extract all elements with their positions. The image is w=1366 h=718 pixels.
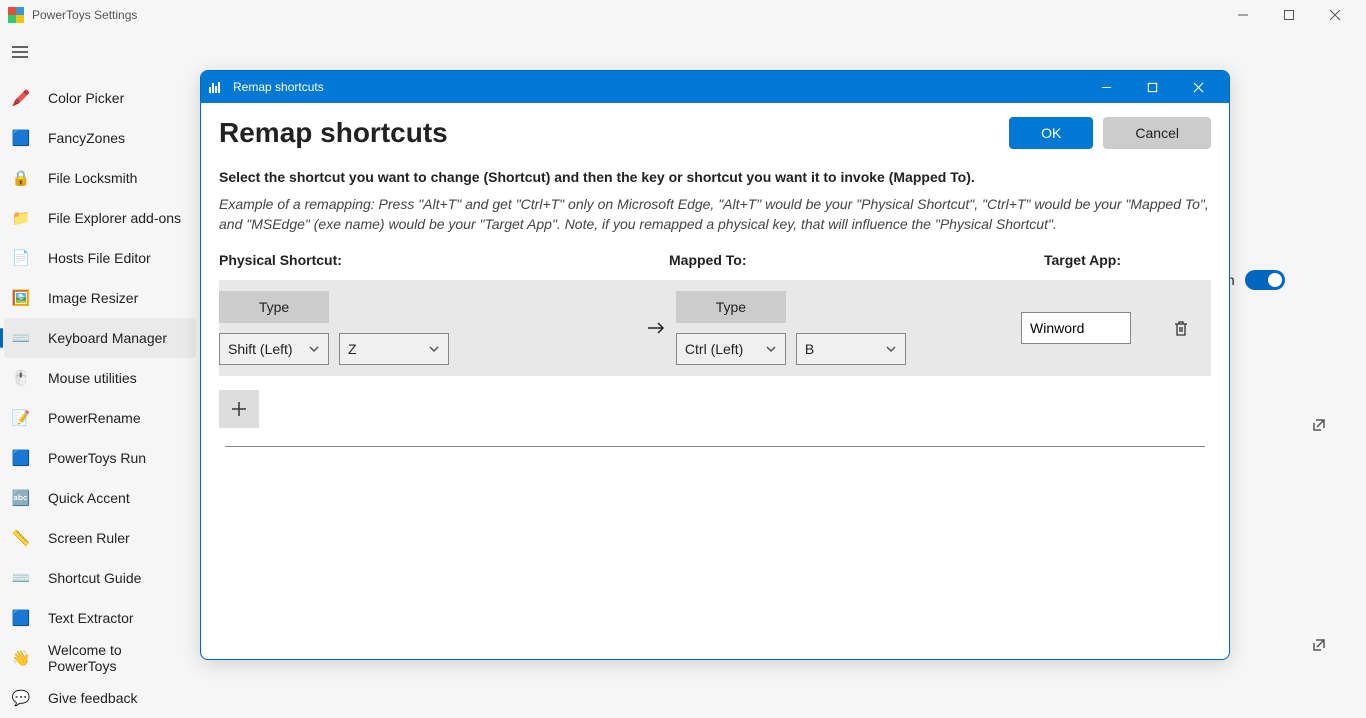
arrow-right-icon <box>646 318 666 338</box>
chevron-down-icon <box>428 343 440 355</box>
run-icon: 🟦 <box>12 449 30 467</box>
accent-icon: 🔤 <box>12 489 30 507</box>
chevron-down-icon <box>765 343 777 355</box>
sidebar-item-color-picker[interactable]: 🖍️ Color Picker <box>0 78 200 118</box>
add-row-button[interactable] <box>219 390 259 428</box>
sidebar-item-label: Welcome to PowerToys <box>48 642 188 674</box>
sidebar-item-label: File Explorer add-ons <box>48 210 181 226</box>
dialog-close-button[interactable] <box>1175 71 1221 103</box>
sidebar-item-file-locksmith[interactable]: 🔒 File Locksmith <box>0 158 200 198</box>
mapped-key1-dropdown[interactable]: Ctrl (Left) <box>676 333 786 365</box>
chevron-down-icon <box>308 343 320 355</box>
divider <box>225 446 1205 447</box>
sidebar-item-label: Give feedback <box>48 690 138 706</box>
ruler-icon: 📏 <box>12 529 30 547</box>
cancel-button[interactable]: Cancel <box>1103 117 1211 149</box>
sidebar-item-quick-accent[interactable]: 🔤 Quick Accent <box>0 478 200 518</box>
open-link-icon <box>1312 638 1326 652</box>
mapped-key2-dropdown[interactable]: B <box>796 333 906 365</box>
sidebar: 🖍️ Color Picker 🟦 FancyZones 🔒 File Locksmi… <box>0 30 200 710</box>
sidebar-item-feedback[interactable]: 💬 Give feedback <box>0 678 200 718</box>
sidebar-item-screen-ruler[interactable]: 📏 Screen Ruler <box>0 518 200 558</box>
enable-toggle[interactable] <box>1245 270 1285 290</box>
sidebar-item-label: PowerToys Run <box>48 450 146 466</box>
physical-key1-dropdown[interactable]: Shift (Left) <box>219 333 329 365</box>
target-app-input[interactable] <box>1021 312 1131 344</box>
sidebar-item-label: FancyZones <box>48 130 125 146</box>
image-icon: 🖼️ <box>12 289 30 307</box>
app-icon <box>8 7 24 23</box>
dialog-maximize-button[interactable] <box>1129 71 1175 103</box>
rename-icon: 📝 <box>12 409 30 427</box>
dialog-minimize-button[interactable] <box>1083 71 1129 103</box>
remap-row: Type Shift (Left) Z Type Ctrl (Left) B <box>219 280 1211 376</box>
minimize-button[interactable] <box>1220 0 1266 30</box>
dialog-title: Remap shortcuts <box>233 80 324 94</box>
chevron-down-icon <box>885 343 897 355</box>
sidebar-item-hosts-editor[interactable]: 📄 Hosts File Editor <box>0 238 200 278</box>
window-title: PowerToys Settings <box>32 8 137 22</box>
mapped-type-button[interactable]: Type <box>676 291 786 323</box>
sidebar-item-label: Keyboard Manager <box>48 330 167 346</box>
sidebar-item-powerrename[interactable]: 📝 PowerRename <box>0 398 200 438</box>
welcome-icon: 👋 <box>12 649 30 667</box>
sidebar-item-file-explorer[interactable]: 📁 File Explorer add-ons <box>0 198 200 238</box>
sidebar-item-powertoys-run[interactable]: 🟦 PowerToys Run <box>0 438 200 478</box>
enable-toggle-row: On <box>1216 260 1346 300</box>
sidebar-item-label: Color Picker <box>48 90 124 106</box>
dialog-titlebar: Remap shortcuts <box>201 71 1229 103</box>
fancyzones-icon: 🟦 <box>12 129 30 147</box>
color-picker-icon: 🖍️ <box>12 89 30 107</box>
remap-shortcuts-dialog: Remap shortcuts Remap shortcuts OK Cance… <box>200 70 1230 660</box>
sidebar-item-label: Screen Ruler <box>48 530 130 546</box>
mouse-icon: 🖱️ <box>12 369 30 387</box>
close-button[interactable] <box>1312 0 1358 30</box>
sidebar-item-label: Mouse utilities <box>48 370 137 386</box>
sidebar-item-shortcut-guide[interactable]: ⌨️ Shortcut Guide <box>0 558 200 598</box>
lock-icon: 🔒 <box>12 169 30 187</box>
open-link-icon <box>1312 418 1326 432</box>
column-mapped-label: Mapped To: <box>669 252 1044 268</box>
sidebar-item-label: PowerRename <box>48 410 141 426</box>
sidebar-item-welcome[interactable]: 👋 Welcome to PowerToys <box>0 638 200 678</box>
sidebar-item-image-resizer[interactable]: 🖼️ Image Resizer <box>0 278 200 318</box>
setting-card-2[interactable] <box>1246 620 1346 670</box>
ok-button[interactable]: OK <box>1009 117 1093 149</box>
folder-icon: 📁 <box>12 209 30 227</box>
delete-row-button[interactable] <box>1171 318 1191 338</box>
columns-header: Physical Shortcut: Mapped To: Target App… <box>219 252 1211 268</box>
text-icon: 🟦 <box>12 609 30 627</box>
column-target-label: Target App: <box>1044 252 1211 268</box>
sidebar-item-keyboard-manager[interactable]: ⌨️ Keyboard Manager <box>4 318 196 358</box>
setting-card[interactable] <box>1246 400 1346 450</box>
physical-type-button[interactable]: Type <box>219 291 329 323</box>
hamburger-button[interactable] <box>0 34 40 70</box>
keyboard-icon: ⌨️ <box>12 329 30 347</box>
column-physical-label: Physical Shortcut: <box>219 252 669 268</box>
sidebar-item-label: Quick Accent <box>48 490 130 506</box>
physical-key2-dropdown[interactable]: Z <box>339 333 449 365</box>
sidebar-item-label: Hosts File Editor <box>48 250 151 266</box>
dialog-icon <box>209 81 225 93</box>
shortcut-icon: ⌨️ <box>12 569 30 587</box>
sidebar-item-mouse-utilities[interactable]: 🖱️ Mouse utilities <box>0 358 200 398</box>
instruction-text: Select the shortcut you want to change (… <box>219 169 1211 185</box>
document-icon: 📄 <box>12 249 30 267</box>
sidebar-item-label: Image Resizer <box>48 290 138 306</box>
sidebar-item-label: Shortcut Guide <box>48 570 141 586</box>
sidebar-item-label: Text Extractor <box>48 610 134 626</box>
feedback-icon: 💬 <box>12 689 30 707</box>
sidebar-item-text-extractor[interactable]: 🟦 Text Extractor <box>0 598 200 638</box>
sidebar-item-label: File Locksmith <box>48 170 137 186</box>
example-text: Example of a remapping: Press "Alt+T" an… <box>219 195 1211 234</box>
titlebar: PowerToys Settings <box>0 0 1366 30</box>
maximize-button[interactable] <box>1266 0 1312 30</box>
dialog-heading: Remap shortcuts <box>219 117 1009 149</box>
plus-icon <box>230 400 248 418</box>
sidebar-item-fancyzones[interactable]: 🟦 FancyZones <box>0 118 200 158</box>
